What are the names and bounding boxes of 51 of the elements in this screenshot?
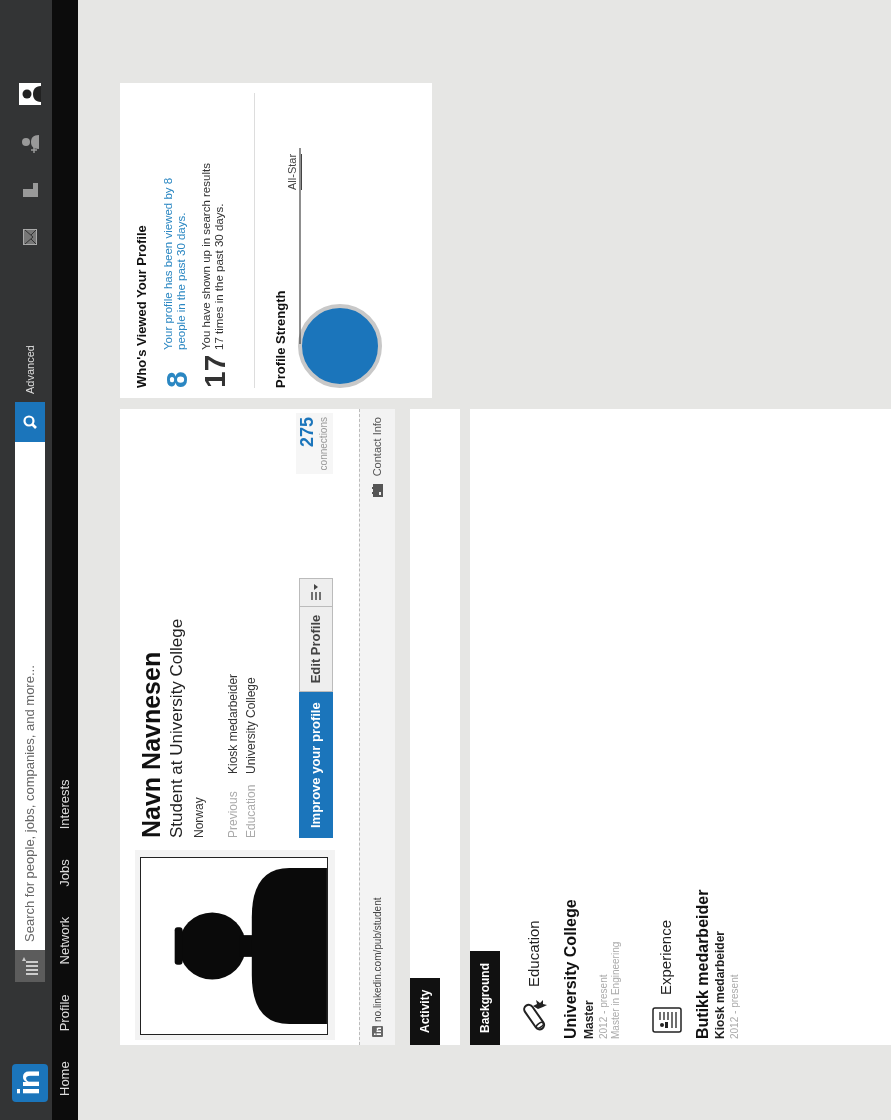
flag-icon[interactable] <box>22 183 38 200</box>
connections-count[interactable]: 275 <box>297 417 316 471</box>
detail-value: University College <box>242 677 259 774</box>
card-title: Who's Viewed Your Profile <box>133 224 150 388</box>
menu-caret-icon <box>310 584 321 601</box>
entry-detail: Master in Engineering <box>609 940 622 1039</box>
entry-title[interactable]: University College <box>562 409 580 1039</box>
nav-link[interactable]: Interests <box>55 779 75 830</box>
stat-link[interactable]: Your profile has been viewed by 8 people in the past 30 days. <box>161 160 190 350</box>
nav-link[interactable]: Profile <box>55 994 75 1032</box>
improve-profile-button[interactable]: Improve your profile <box>298 692 333 838</box>
profile-name: Navn Navnesen <box>138 650 165 838</box>
section-title: Education <box>523 920 543 987</box>
contact-card-icon[interactable] <box>372 484 383 498</box>
search-menu-button[interactable] <box>15 950 45 982</box>
add-person-icon[interactable] <box>21 135 39 154</box>
nav-link[interactable]: Home <box>55 1061 75 1096</box>
section-tag: Activity <box>410 977 440 1045</box>
connections-label: connections <box>316 417 330 471</box>
search-button[interactable] <box>15 402 45 442</box>
avatar-icon[interactable] <box>19 83 41 106</box>
section-tag: Background <box>470 951 500 1045</box>
menu-icon <box>22 957 38 975</box>
search-field[interactable]: Search for people, jobs, companies, and more... <box>15 442 45 950</box>
entry-detail: 2012 - present <box>597 973 610 1039</box>
dropdown-button[interactable] <box>298 577 333 606</box>
mail-icon[interactable] <box>23 229 37 246</box>
profile-headline: Student at University College <box>166 617 188 838</box>
document-icon <box>651 1007 682 1033</box>
stat-number: 17 <box>199 353 230 388</box>
edit-profile-button[interactable]: Edit Profile <box>298 605 333 693</box>
search-icon <box>22 414 38 430</box>
nav-link[interactable]: Jobs <box>55 859 75 887</box>
nav-link[interactable]: Network <box>55 916 75 965</box>
section-title: Experience <box>656 919 676 995</box>
stat-text: You have shown up in search results 17 times in the past 30 days. <box>199 162 227 350</box>
entry-detail: 2012 - present <box>729 973 742 1039</box>
rank-label: All-Star <box>284 153 302 190</box>
profile-url-link[interactable]: no.linkedin.com/pub/student <box>370 897 385 1022</box>
detail-label: Previous <box>224 790 241 838</box>
entry-subtitle: Master <box>580 999 597 1039</box>
stat-number[interactable]: 8 <box>161 350 192 388</box>
detail-label: Education <box>242 783 259 838</box>
entry-subtitle: Kiosk medarbeider <box>712 929 729 1039</box>
contact-info-link[interactable]: Contact Info <box>369 417 386 477</box>
profile-location: Norway <box>190 796 207 838</box>
detail-value: Kiosk medarbeider <box>224 673 241 774</box>
section-title: Profile Strength <box>271 289 289 388</box>
logo[interactable]: in <box>12 1064 48 1102</box>
advanced-search-link[interactable]: Advanced <box>21 345 39 394</box>
entry-title[interactable]: Butikk medarbeider <box>693 409 712 1039</box>
